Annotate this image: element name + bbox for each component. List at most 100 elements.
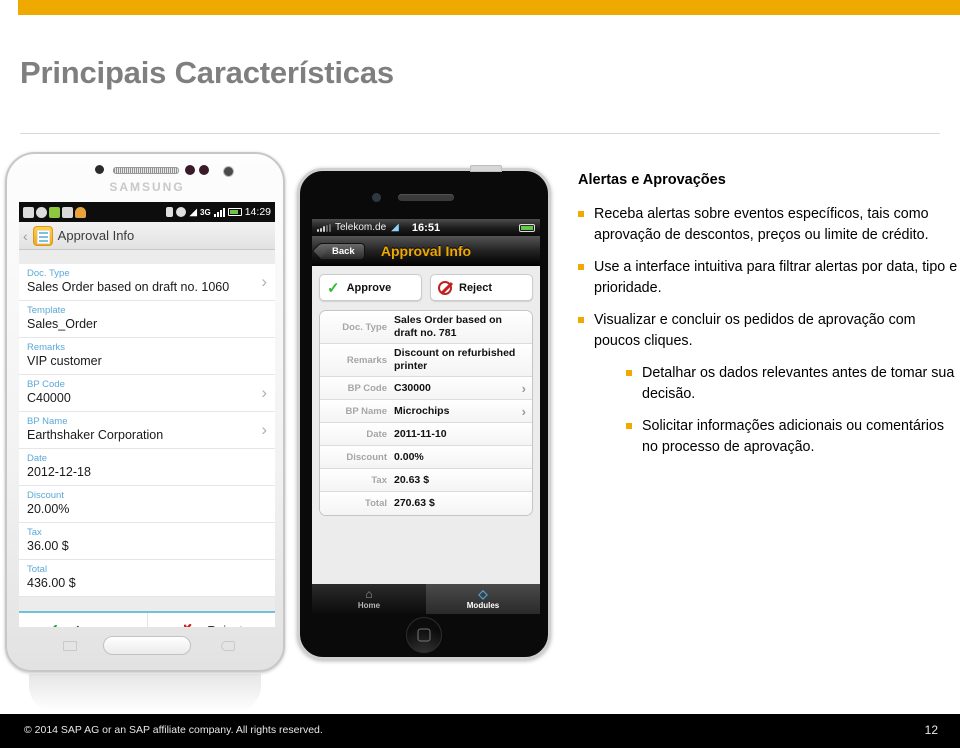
back-key-icon[interactable] — [221, 641, 235, 651]
back-chevron-icon[interactable]: ‹ — [23, 228, 28, 244]
tab-modules[interactable]: ◇ Modules — [426, 584, 540, 614]
ios-action-row: ✓ Approve Reject — [319, 274, 533, 301]
row-value: 436.00 $ — [27, 576, 76, 590]
chevron-right-icon[interactable]: › — [261, 272, 267, 292]
list-item-text: Visualizar e concluir os pedidos de apro… — [594, 312, 916, 349]
wifi-icon: ◢ — [189, 206, 198, 218]
table-row[interactable]: Discount 0.00% — [320, 446, 532, 469]
page-number: 12 — [924, 723, 938, 737]
led-indicator-icon — [185, 165, 195, 175]
row-label: Total — [27, 564, 48, 575]
android-system-icons: ◢ 3G 14:29 — [166, 206, 271, 218]
home-square-icon — [417, 628, 431, 642]
approve-button[interactable]: ✓ Approve — [319, 274, 422, 301]
home-button[interactable] — [103, 636, 191, 655]
row-label: Discount — [346, 451, 387, 463]
screenshot-icon — [62, 206, 73, 218]
row-value: Sales Order based on draft no. 1060 — [27, 280, 230, 294]
home-button[interactable] — [406, 617, 442, 653]
menu-key-icon[interactable] — [63, 641, 77, 651]
modules-icon: ◇ — [478, 587, 488, 601]
table-row[interactable]: Total 436.00 $ — [19, 560, 275, 597]
table-row[interactable]: Tax 36.00 $ — [19, 523, 275, 560]
android-phone-reflection — [29, 674, 261, 712]
android-status-bar: ◢ 3G 14:29 — [19, 202, 275, 222]
list-item: Receba alertas sobre eventos específicos… — [578, 204, 958, 246]
slide-canvas: Principais Características SAMSUNG ◢ 3G … — [0, 0, 960, 748]
ios-detail-table: Doc. Type Sales Order based on draft no.… — [319, 310, 533, 516]
row-label: Date — [27, 453, 48, 464]
android-phone-bottom-bezel — [7, 627, 287, 674]
table-row[interactable]: Template Sales_Order — [19, 301, 275, 338]
table-row[interactable]: Tax 20.63 $ — [320, 469, 532, 492]
tab-home-label: Home — [357, 601, 381, 610]
slide-footer: © 2014 SAP AG or an SAP affiliate compan… — [0, 714, 960, 748]
table-row[interactable]: BP Code C40000 › — [19, 375, 275, 412]
row-label: Remarks — [346, 354, 387, 366]
chevron-right-icon[interactable]: › — [522, 404, 526, 419]
android-phone-mockup: SAMSUNG ◢ 3G 14:29 ‹ Approval Info Doc. … — [5, 152, 285, 712]
table-row[interactable]: BP Code C30000 › — [320, 377, 532, 400]
row-value: 2011-11-10 — [394, 427, 447, 440]
table-row[interactable]: Discount 20.00% — [19, 486, 275, 523]
row-value: 20.00% — [27, 502, 70, 516]
row-label: BP Code — [27, 379, 65, 390]
table-row[interactable]: Doc. Type Sales Order based on draft no.… — [320, 311, 532, 344]
table-row[interactable]: BP Name Earthshaker Corporation › — [19, 412, 275, 449]
list-item: Detalhar os dados relevantes antes de to… — [626, 363, 958, 405]
row-label: Total — [365, 498, 387, 509]
android-screen: ◢ 3G 14:29 ‹ Approval Info Doc. Type Sal… — [19, 202, 275, 627]
bullet-square-icon — [578, 317, 584, 323]
feature-text-column: Alertas e Aprovações Receba alertas sobr… — [578, 172, 958, 469]
iphone-mockup: Telekom.de ◢ 16:51 Back Approval Info ✓ … — [297, 165, 551, 668]
android-phone-top-bezel: SAMSUNG — [7, 154, 287, 202]
ios-clock: 16:51 — [411, 221, 441, 234]
chevron-right-icon[interactable]: › — [261, 420, 267, 440]
row-value: C40000 — [27, 391, 71, 405]
reject-button[interactable]: Reject — [430, 274, 533, 301]
row-value: Sales_Order — [27, 317, 98, 331]
android-list-bottom-gap — [19, 597, 275, 611]
proximity-sensor-icon — [95, 165, 104, 174]
chevron-right-icon[interactable]: › — [261, 383, 267, 403]
approve-button[interactable]: ✓ Approve — [19, 613, 147, 627]
android-phone-body: SAMSUNG ◢ 3G 14:29 ‹ Approval Info Doc. … — [5, 152, 285, 672]
page-title: Principais Características — [20, 55, 394, 90]
table-row[interactable]: Total 270.63 $ — [320, 492, 532, 515]
table-row[interactable]: Doc. Type Sales Order based on draft no.… — [19, 264, 275, 301]
android-clock: 14:29 — [244, 206, 271, 218]
power-button-icon — [470, 165, 502, 172]
earpiece-speaker-icon — [398, 194, 454, 201]
row-label: Remarks — [27, 342, 66, 353]
section-heading: Alertas e Aprovações — [578, 172, 726, 188]
row-value: Discount on refurbished printer — [394, 347, 516, 372]
table-row[interactable]: BP Name Microchips › — [320, 400, 532, 423]
light-sensor-icon — [199, 165, 209, 175]
table-row[interactable]: Date 2012-12-18 — [19, 449, 275, 486]
android-action-bar: ✓ Approve ✗ Reject — [19, 611, 275, 627]
home-icon: ⌂ — [365, 587, 373, 601]
table-row[interactable]: Remarks VIP customer — [19, 338, 275, 375]
sync-icon — [36, 206, 47, 218]
row-value: 270.63 $ — [394, 497, 435, 509]
reject-button-label: Reject — [459, 281, 493, 294]
android-list-top-gap — [19, 250, 275, 264]
reject-button[interactable]: ✗ Reject — [146, 613, 276, 627]
row-label: Template — [27, 305, 66, 316]
chevron-right-icon[interactable]: › — [522, 381, 526, 396]
row-label: Doc. Type — [27, 268, 70, 279]
list-item: Use a interface intuitiva para filtrar a… — [578, 257, 958, 299]
title-divider — [20, 133, 940, 134]
copyright-text: © 2014 SAP AG or an SAP affiliate compan… — [24, 724, 323, 736]
front-camera-icon — [223, 166, 234, 177]
front-camera-icon — [372, 193, 381, 202]
bullet-square-icon — [578, 264, 584, 270]
ios-content-area: ✓ Approve Reject Doc. Type Sales Order b… — [312, 266, 540, 584]
table-row[interactable]: Remarks Discount on refurbished printer — [320, 344, 532, 377]
battery-icon — [227, 208, 242, 216]
approval-app-icon — [32, 225, 53, 246]
row-value: VIP customer — [27, 354, 102, 368]
tab-home[interactable]: ⌂ Home — [312, 584, 426, 614]
table-row[interactable]: Date 2011-11-10 — [320, 423, 532, 446]
row-value: C30000 — [394, 381, 431, 394]
